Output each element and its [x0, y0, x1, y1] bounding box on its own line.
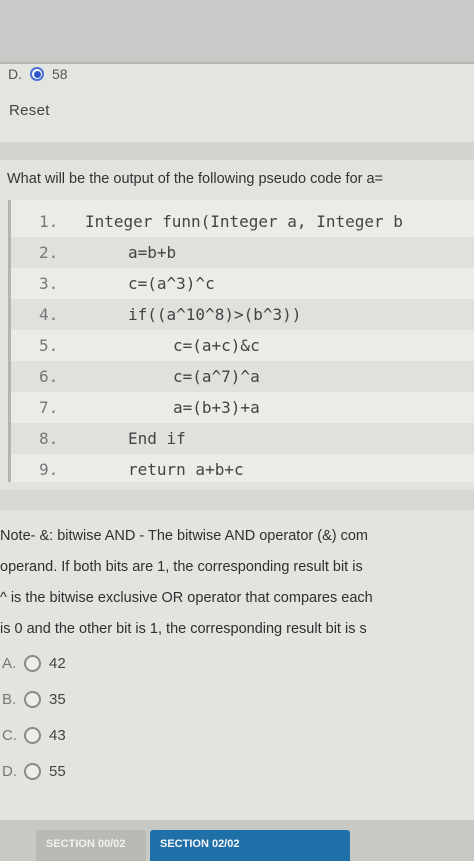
code-text: c=(a^7)^a	[173, 367, 260, 386]
note-line: ^ is the bitwise exclusive OR operator t…	[0, 590, 373, 606]
code-line: 2. a=b+b	[11, 237, 474, 268]
code-text: return a+b+c	[128, 460, 244, 479]
code-line: 8. End if	[11, 423, 474, 454]
answer-panel	[0, 510, 474, 820]
radio-button[interactable]	[24, 727, 41, 744]
option-value: 35	[49, 691, 66, 708]
option-value: 55	[49, 763, 66, 780]
line-number: 3.	[39, 274, 59, 293]
code-text: c=(a^3)^c	[128, 274, 215, 293]
radio-button[interactable]	[24, 691, 41, 708]
option-letter: B.	[2, 691, 17, 708]
code-text: End if	[128, 429, 186, 448]
code-text: Integer funn(Integer a, Integer b	[85, 212, 403, 231]
code-block: 1. Integer funn(Integer a, Integer b 2. …	[8, 200, 474, 482]
note-line: operand. If both bits are 1, the corresp…	[0, 559, 363, 575]
option-letter: A.	[2, 655, 17, 672]
answer-option-a[interactable]: A. 42	[2, 655, 66, 672]
answer-option-d[interactable]: D. 55	[2, 763, 66, 780]
code-text: c=(a+c)&c	[173, 336, 260, 355]
code-line: 1. Integer funn(Integer a, Integer b	[11, 206, 474, 237]
radio-selected-icon[interactable]	[30, 67, 44, 81]
section-current-button[interactable]: SECTION 02/02	[150, 830, 350, 861]
option-letter: D.	[8, 66, 22, 82]
line-number: 6.	[39, 367, 59, 386]
panel-gap	[0, 142, 474, 160]
option-value: 42	[49, 655, 66, 672]
top-band	[0, 0, 474, 62]
code-text: if((a^10^8)>(b^3))	[128, 305, 302, 324]
section-prev-button[interactable]: SECTION 00/02	[36, 830, 146, 861]
previous-option-d[interactable]: D. 58	[8, 66, 68, 82]
answer-option-b[interactable]: B. 35	[2, 691, 66, 708]
line-number: 9.	[39, 460, 59, 479]
line-number: 8.	[39, 429, 59, 448]
option-value: 43	[49, 727, 66, 744]
line-number: 4.	[39, 305, 59, 324]
code-text: a=(b+3)+a	[173, 398, 260, 417]
previous-question-panel	[0, 64, 474, 142]
option-letter: D.	[2, 763, 17, 780]
code-line: 3. c=(a^3)^c	[11, 268, 474, 299]
code-line: 7. a=(b+3)+a	[11, 392, 474, 423]
note-line: Note- &: bitwise AND - The bitwise AND o…	[0, 528, 368, 544]
line-number: 5.	[39, 336, 59, 355]
code-text: a=b+b	[128, 243, 177, 262]
question-text: What will be the output of the following…	[7, 171, 384, 187]
line-number: 1.	[39, 212, 59, 231]
line-number: 2.	[39, 243, 59, 262]
panel-gap	[0, 490, 474, 510]
option-value: 58	[52, 66, 68, 82]
radio-button[interactable]	[24, 655, 41, 672]
reset-button[interactable]: Reset	[9, 102, 50, 119]
line-number: 7.	[39, 398, 59, 417]
code-line: 9. return a+b+c	[11, 454, 474, 485]
code-line: 6. c=(a^7)^a	[11, 361, 474, 392]
note-line: is 0 and the other bit is 1, the corresp…	[0, 621, 367, 637]
code-line: 4. if((a^10^8)>(b^3))	[11, 299, 474, 330]
radio-button[interactable]	[24, 763, 41, 780]
option-letter: C.	[2, 727, 17, 744]
code-line: 5. c=(a+c)&c	[11, 330, 474, 361]
answer-option-c[interactable]: C. 43	[2, 727, 66, 744]
